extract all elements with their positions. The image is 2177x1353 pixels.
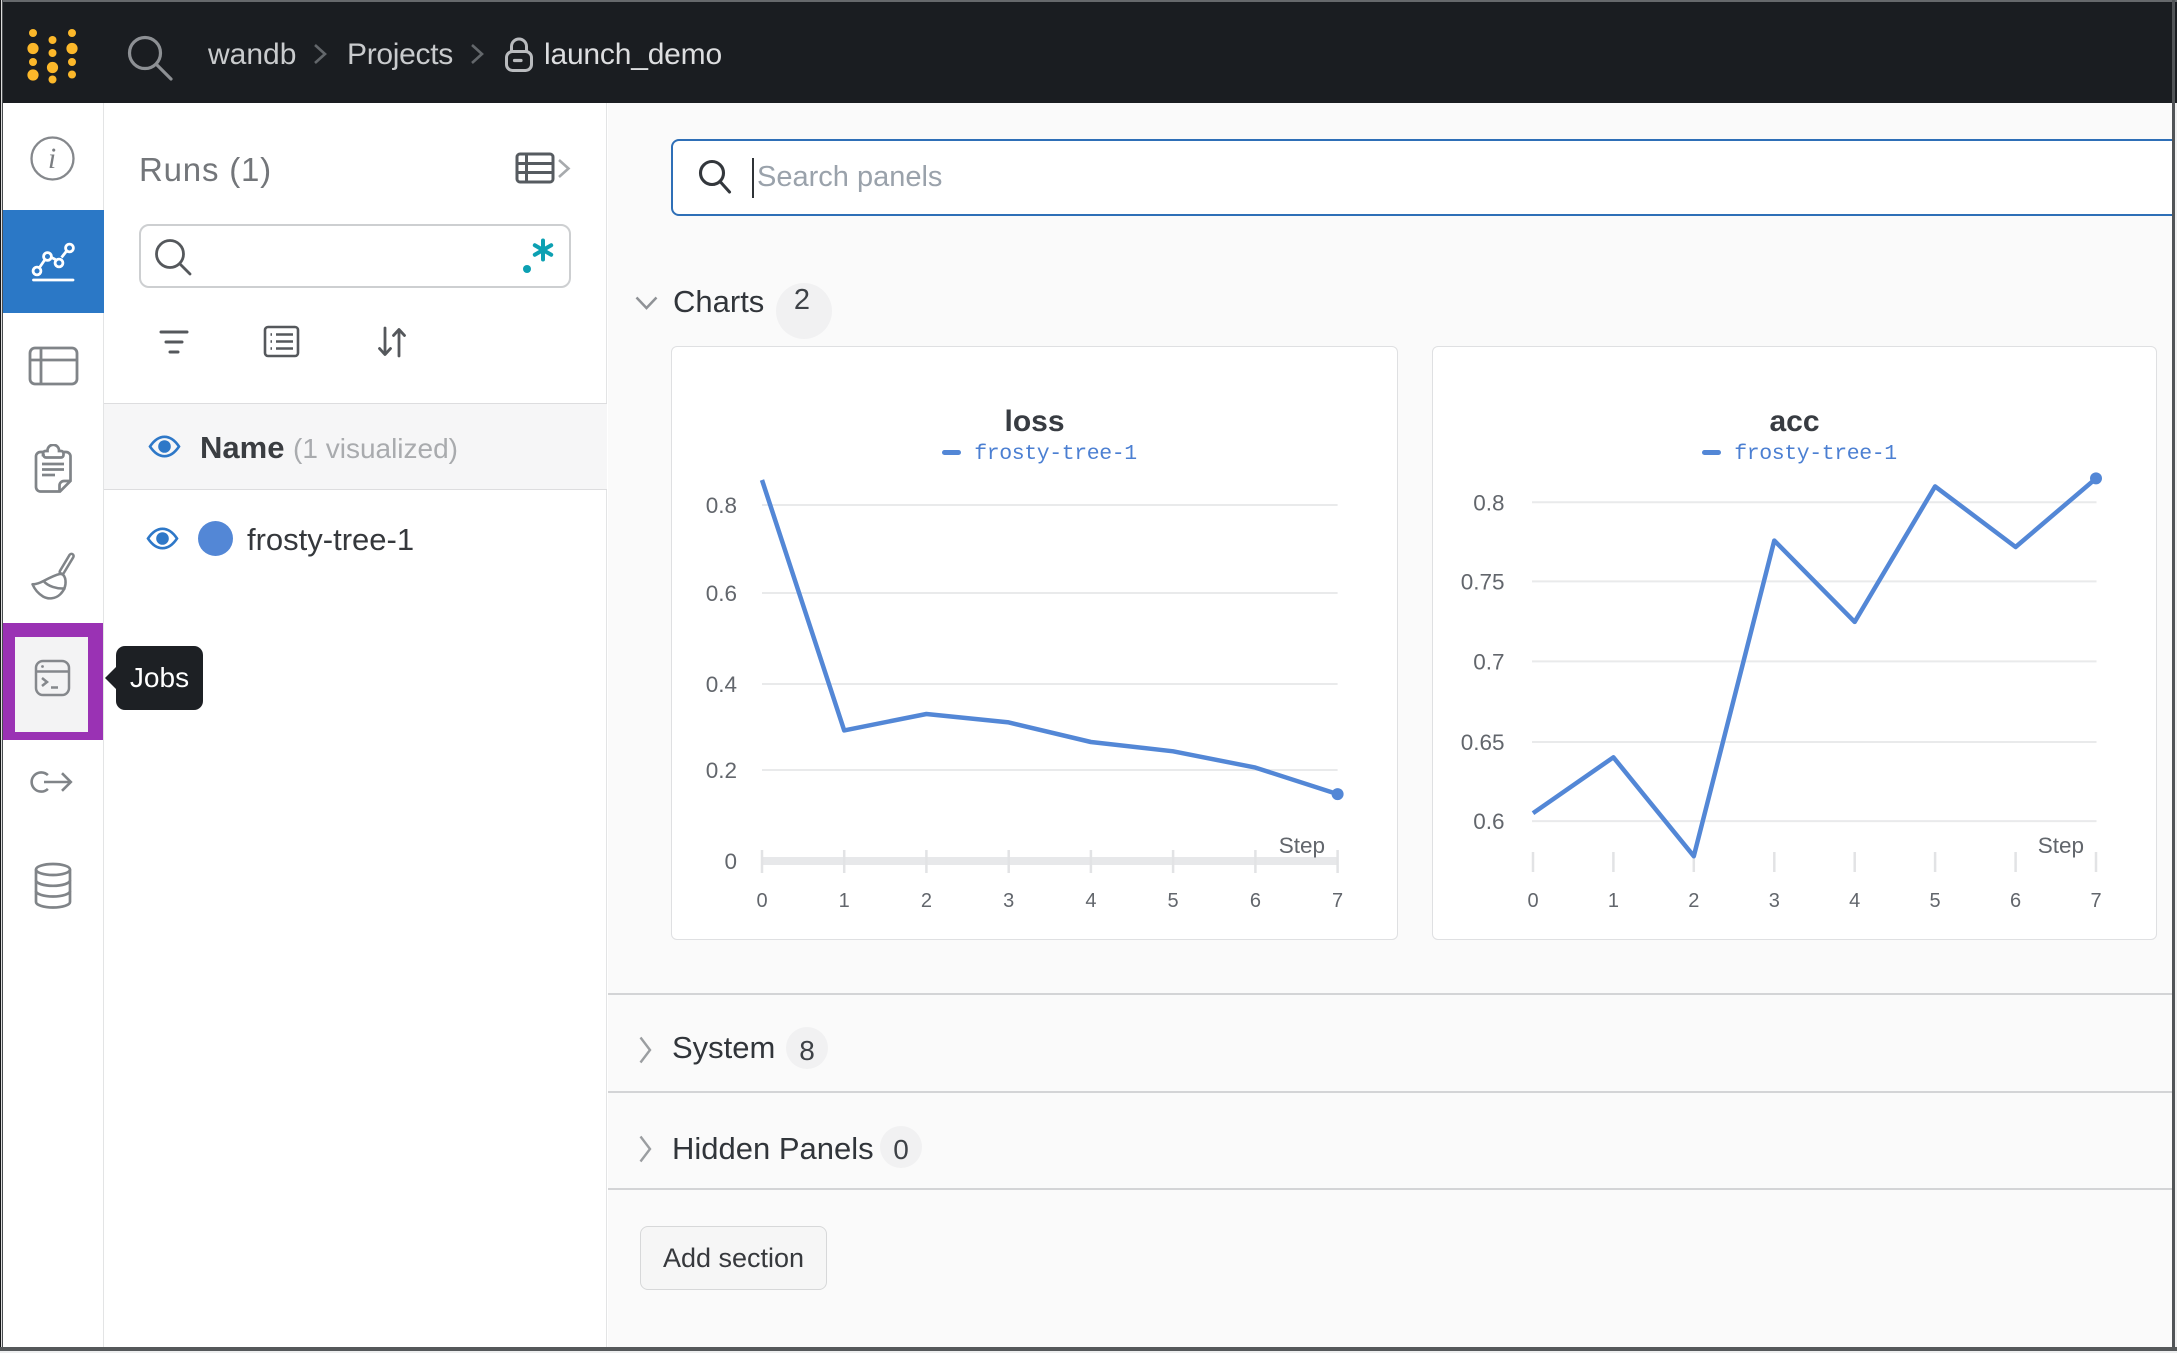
svg-text:0: 0 [756,890,767,912]
svg-text:0.6: 0.6 [1473,809,1504,834]
svg-text:0.65: 0.65 [1461,730,1505,755]
svg-text:3: 3 [1003,890,1014,912]
svg-text:7: 7 [2090,890,2101,912]
svg-text:4: 4 [1085,890,1096,912]
svg-text:5: 5 [1930,890,1941,912]
svg-text:0: 0 [724,849,737,874]
svg-text:2: 2 [921,890,932,912]
svg-text:7: 7 [1332,890,1343,912]
svg-text:0.7: 0.7 [1473,650,1504,675]
svg-text:0.8: 0.8 [1473,491,1504,516]
svg-text:6: 6 [1250,890,1261,912]
svg-text:5: 5 [1168,890,1179,912]
svg-text:0.4: 0.4 [706,672,737,697]
svg-text:Step: Step [2038,833,2084,858]
svg-text:0: 0 [1527,890,1538,912]
svg-text:1: 1 [839,890,850,912]
svg-text:1: 1 [1608,890,1619,912]
svg-text:2: 2 [1688,890,1699,912]
svg-text:4: 4 [1849,890,1860,912]
svg-text:0.8: 0.8 [706,493,737,518]
svg-text:0.6: 0.6 [706,581,737,606]
svg-text:i: i [48,142,56,175]
svg-text:3: 3 [1769,890,1780,912]
svg-text:6: 6 [2010,890,2021,912]
svg-text:Step: Step [1279,833,1325,858]
svg-text:0.75: 0.75 [1461,570,1505,595]
svg-text:0.2: 0.2 [706,758,737,783]
